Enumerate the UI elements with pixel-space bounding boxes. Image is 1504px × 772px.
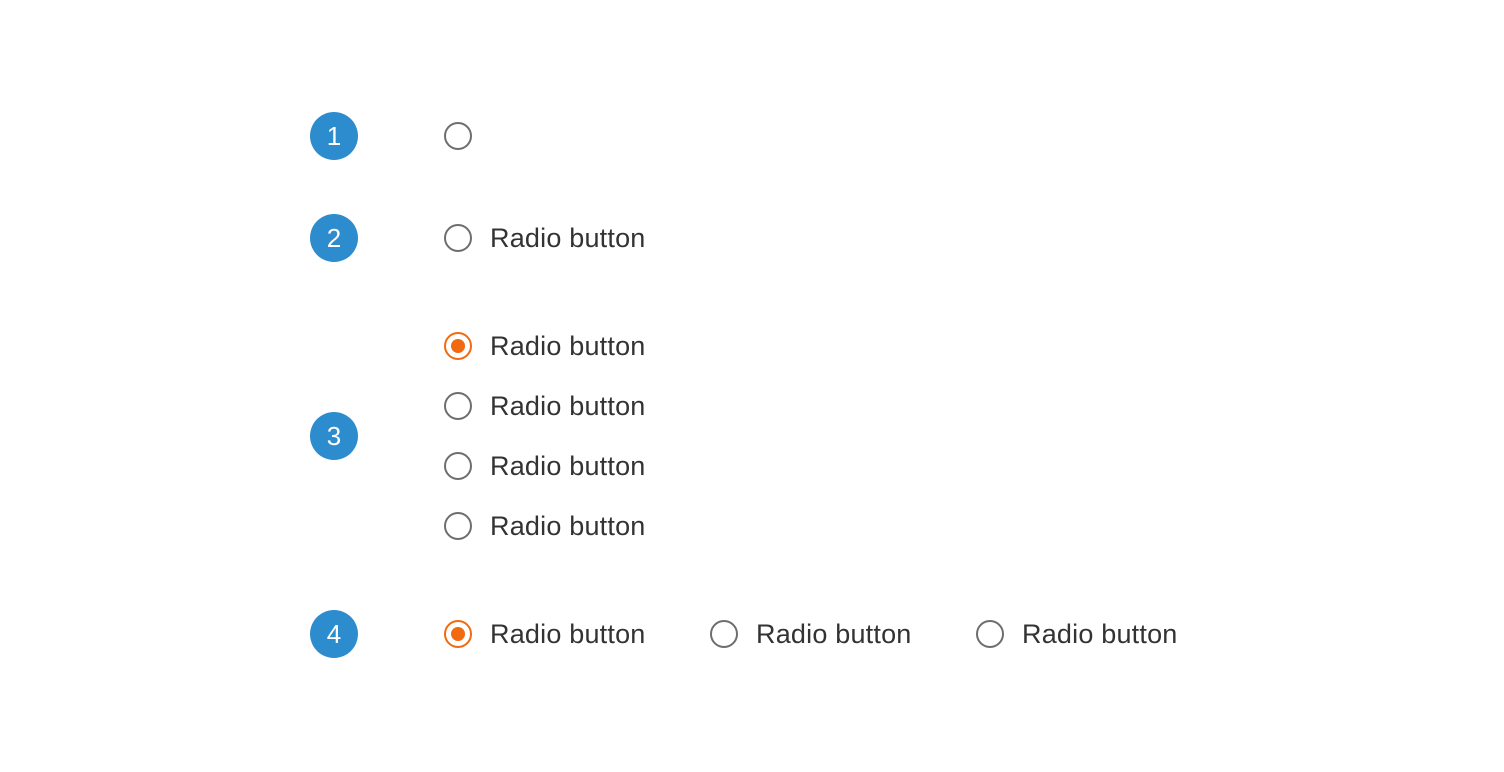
radio-label: Radio button (756, 618, 912, 649)
radio-label: Radio button (490, 510, 646, 541)
step-badge-2: 2 (310, 214, 358, 262)
radio-label: Radio button (490, 390, 646, 421)
radio-group-horizontal-option-3[interactable]: Radio button (976, 617, 1178, 651)
radio-group-vertical-option-4[interactable]: Radio button (444, 509, 646, 543)
radio-circle-icon[interactable] (444, 512, 472, 540)
radio-circle-icon[interactable] (444, 452, 472, 480)
radio-label: Radio button (490, 222, 646, 253)
step-badge-4: 4 (310, 610, 358, 658)
radio-option-labeled[interactable]: Radio button (444, 221, 646, 255)
radio-label: Radio button (490, 618, 646, 649)
radio-group-vertical-option-3[interactable]: Radio button (444, 449, 646, 483)
radio-circle-icon[interactable] (444, 122, 472, 150)
radio-circle-icon[interactable] (710, 620, 738, 648)
radio-circle-icon[interactable] (444, 392, 472, 420)
step-badge-1: 1 (310, 112, 358, 160)
radio-circle-icon[interactable] (444, 620, 472, 648)
radio-circle-icon[interactable] (976, 620, 1004, 648)
radio-group-horizontal-option-1[interactable]: Radio button (444, 617, 646, 651)
step-badge-3: 3 (310, 412, 358, 460)
radio-group-vertical-option-2[interactable]: Radio button (444, 389, 646, 423)
radio-group-horizontal-option-2[interactable]: Radio button (710, 617, 912, 651)
radio-circle-icon[interactable] (444, 332, 472, 360)
radio-group-vertical-option-1[interactable]: Radio button (444, 329, 646, 363)
radio-label: Radio button (490, 330, 646, 361)
radio-circle-icon[interactable] (444, 224, 472, 252)
radio-label: Radio button (490, 450, 646, 481)
radio-option-bare[interactable] (444, 119, 472, 153)
radio-label: Radio button (1022, 618, 1178, 649)
